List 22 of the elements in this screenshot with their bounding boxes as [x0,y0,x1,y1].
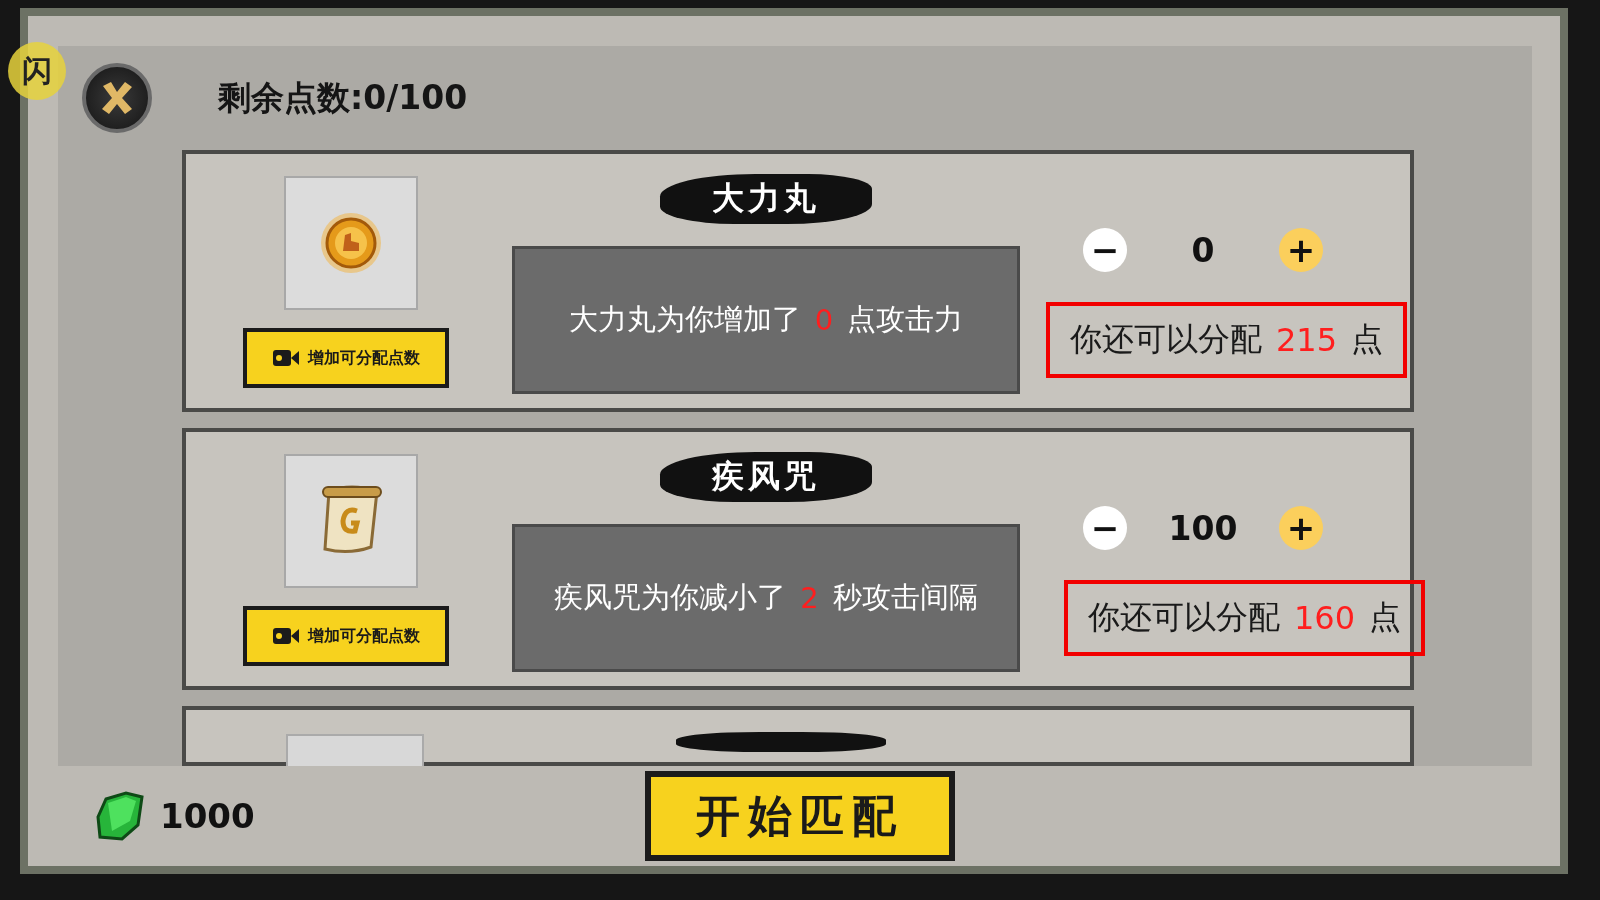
effect-description: 疾风咒为你减小了 2 秒攻击间隔 [512,524,1020,672]
available-points: 你还可以分配 215 点 [1046,302,1408,378]
video-camera-icon [272,626,300,646]
increase-button[interactable]: + [1279,228,1323,272]
gem-count: 1000 [160,796,255,836]
video-camera-icon [272,348,300,368]
allocated-count: 0 [1191,230,1215,270]
item-title: 大力丸 [660,174,872,224]
effect-description: 大力丸为你增加了 0 点攻击力 [512,246,1020,394]
item-title: 疾风咒 [660,452,872,502]
available-points: 你还可以分配 160 点 [1064,580,1426,656]
watch-video-button[interactable]: 增加可分配点数 [243,606,449,666]
watch-video-button[interactable]: 增加可分配点数 [243,328,449,388]
decrease-button[interactable]: − [1083,506,1127,550]
increase-button[interactable]: + [1279,506,1323,550]
start-match-button[interactable]: 开始匹配 [644,771,955,861]
decrease-button[interactable]: − [1083,228,1127,272]
floating-button[interactable]: 闪 [8,42,66,100]
gem-icon [96,791,144,841]
allocated-count: 100 [1168,508,1238,548]
remaining-points: 剩余点数:0/100 [218,76,468,119]
coin-icon [319,211,383,275]
